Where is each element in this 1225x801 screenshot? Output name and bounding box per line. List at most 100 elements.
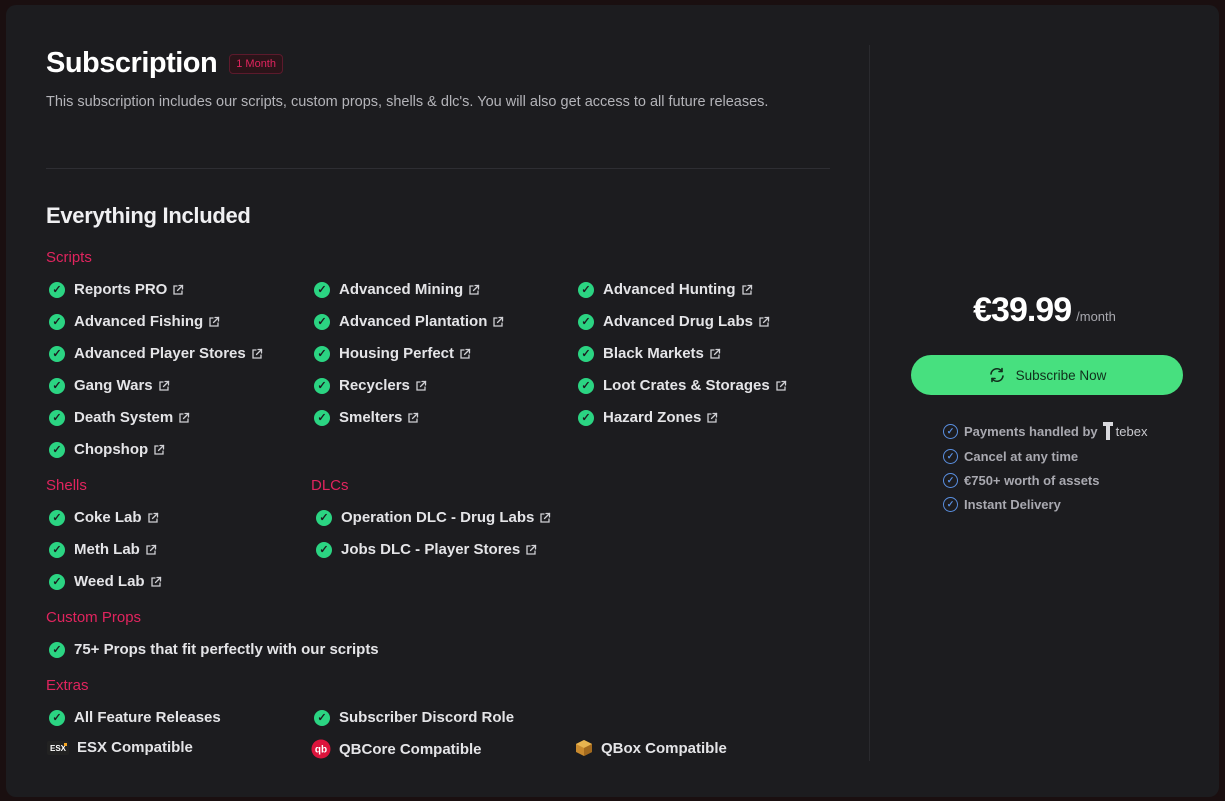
check-circle-icon: ✓ xyxy=(49,441,65,458)
scripts-item[interactable]: ✓ Smelters xyxy=(311,409,419,426)
scripts-label: Advanced Player Stores xyxy=(74,345,246,362)
extras-label: Extras xyxy=(46,677,89,694)
scripts-item[interactable]: ✓ Advanced Player Stores xyxy=(46,345,263,362)
refresh-icon xyxy=(988,367,1006,383)
duration-badge: 1 Month xyxy=(229,53,283,74)
external-link-icon[interactable] xyxy=(153,444,165,456)
subscribe-label: Subscribe Now xyxy=(1015,367,1107,383)
external-link-icon[interactable] xyxy=(145,544,157,556)
shells-label: Meth Lab xyxy=(74,541,140,558)
scripts-label: Chopshop xyxy=(74,441,149,458)
check-circle-icon: ✓ xyxy=(314,281,330,298)
qbcore-compat: qb QBCore Compatible xyxy=(310,739,482,759)
feature-delivery: ✓ Instant Delivery xyxy=(943,497,1061,512)
scripts-label: Advanced Fishing xyxy=(74,313,204,330)
scripts-item[interactable]: ✓ Hazard Zones xyxy=(575,409,718,426)
external-link-icon[interactable] xyxy=(709,348,721,360)
check-circle-icon: ✓ xyxy=(49,281,65,298)
divider xyxy=(46,168,830,169)
check-circle-icon: ✓ xyxy=(943,473,958,488)
price: €39.99 xyxy=(973,291,1072,329)
check-circle-icon: ✓ xyxy=(314,345,330,362)
feature-label: Cancel at any time xyxy=(964,449,1079,464)
dlcs-label: Jobs DLC - Player Stores xyxy=(341,541,521,558)
dlcs-label: Operation DLC - Drug Labs xyxy=(341,509,535,526)
external-link-icon[interactable] xyxy=(158,380,170,392)
external-link-icon[interactable] xyxy=(492,316,504,328)
tebex-logo: tebex xyxy=(1102,421,1147,441)
scripts-item[interactable]: ✓ Housing Perfect xyxy=(311,345,471,362)
scripts-item[interactable]: ✓ Gang Wars xyxy=(46,377,170,394)
feature-label: Payments handled by xyxy=(964,423,1098,439)
external-link-icon[interactable] xyxy=(208,316,220,328)
extras-label: Subscriber Discord Role xyxy=(339,709,515,726)
external-link-icon[interactable] xyxy=(150,576,162,588)
shells-item[interactable]: ✓ Weed Lab xyxy=(46,573,162,590)
scripts-item[interactable]: ✓ Advanced Mining xyxy=(311,281,480,298)
check-circle-icon: ✓ xyxy=(314,313,330,330)
scripts-item[interactable]: ✓ Advanced Plantation xyxy=(311,313,504,330)
external-link-icon[interactable] xyxy=(741,284,753,296)
external-link-icon[interactable] xyxy=(407,412,419,424)
external-link-icon[interactable] xyxy=(525,544,537,556)
external-link-icon[interactable] xyxy=(539,512,551,524)
subscribe-button[interactable]: Subscribe Now xyxy=(911,355,1183,395)
scripts-item[interactable]: ✓ Black Markets xyxy=(575,345,721,362)
external-link-icon[interactable] xyxy=(459,348,471,360)
shells-item[interactable]: ✓ Meth Lab xyxy=(46,541,157,558)
external-link-icon[interactable] xyxy=(758,316,770,328)
check-circle-icon: ✓ xyxy=(578,345,594,362)
price-period: /month xyxy=(1076,309,1116,324)
external-link-icon[interactable] xyxy=(706,412,718,424)
external-link-icon[interactable] xyxy=(775,380,787,392)
external-link-icon[interactable] xyxy=(251,348,263,360)
scripts-label: Housing Perfect xyxy=(339,345,455,362)
external-link-icon[interactable] xyxy=(178,412,190,424)
qbcore-logo-icon: qb xyxy=(311,739,331,759)
external-link-icon[interactable] xyxy=(172,284,184,296)
external-link-icon[interactable] xyxy=(147,512,159,524)
qbox-compat: QBox Compatible xyxy=(574,739,727,757)
props-item: ✓ 75+ Props that fit perfectly with our s… xyxy=(46,641,379,658)
external-link-icon[interactable] xyxy=(415,380,427,392)
dlcs-item[interactable]: ✓ Operation DLC - Drug Labs xyxy=(313,509,551,526)
check-circle-icon: ✓ xyxy=(943,423,958,439)
esx-compat: ESX ESX Compatible xyxy=(46,739,193,756)
scripts-item[interactable]: ✓ Recyclers xyxy=(311,377,427,394)
scripts-item[interactable]: ✓ Death System xyxy=(46,409,190,426)
props-label: 75+ Props that fit perfectly with our sc… xyxy=(74,641,379,658)
scripts-item[interactable]: ✓ Loot Crates & Storages xyxy=(575,377,787,394)
feature-cancel: ✓ Cancel at any time xyxy=(943,449,1078,464)
scripts-label: Reports PRO xyxy=(74,281,168,298)
check-circle-icon: ✓ xyxy=(578,313,594,330)
scripts-item[interactable]: ✓ Advanced Fishing xyxy=(46,313,220,330)
scripts-item[interactable]: ✓ Advanced Hunting xyxy=(575,281,753,298)
feature-label: Instant Delivery xyxy=(964,497,1061,512)
check-circle-icon: ✓ xyxy=(49,509,65,526)
check-circle-icon: ✓ xyxy=(578,409,594,426)
scripts-item[interactable]: ✓ Chopshop xyxy=(46,441,165,458)
scripts-label: Hazard Zones xyxy=(603,409,702,426)
dlcs-item[interactable]: ✓ Jobs DLC - Player Stores xyxy=(313,541,537,558)
external-link-icon[interactable] xyxy=(468,284,480,296)
check-circle-icon: ✓ xyxy=(314,409,330,426)
check-circle-icon: ✓ xyxy=(578,377,594,394)
feature-label: €750+ worth of assets xyxy=(964,473,1100,488)
page-title: Subscription xyxy=(46,47,218,79)
check-circle-icon: ✓ xyxy=(49,345,65,362)
check-circle-icon: ✓ xyxy=(49,377,65,394)
scripts-label: Advanced Drug Labs xyxy=(603,313,754,330)
scripts-item[interactable]: ✓ Advanced Drug Labs xyxy=(575,313,770,330)
shells-item[interactable]: ✓ Coke Lab xyxy=(46,509,159,526)
description: This subscription includes our scripts, … xyxy=(46,94,769,110)
feature-assets: ✓ €750+ worth of assets xyxy=(943,473,1099,488)
qbox-logo-icon xyxy=(575,739,593,757)
extras-item: ✓ Subscriber Discord Role xyxy=(311,709,514,726)
check-circle-icon: ✓ xyxy=(49,313,65,330)
check-circle-icon: ✓ xyxy=(49,541,65,558)
scripts-label: Death System xyxy=(74,409,174,426)
scripts-label: Recyclers xyxy=(339,377,410,394)
scripts-item[interactable]: ✓ Reports PRO xyxy=(46,281,184,298)
check-circle-icon: ✓ xyxy=(316,541,332,558)
check-circle-icon: ✓ xyxy=(49,573,65,590)
